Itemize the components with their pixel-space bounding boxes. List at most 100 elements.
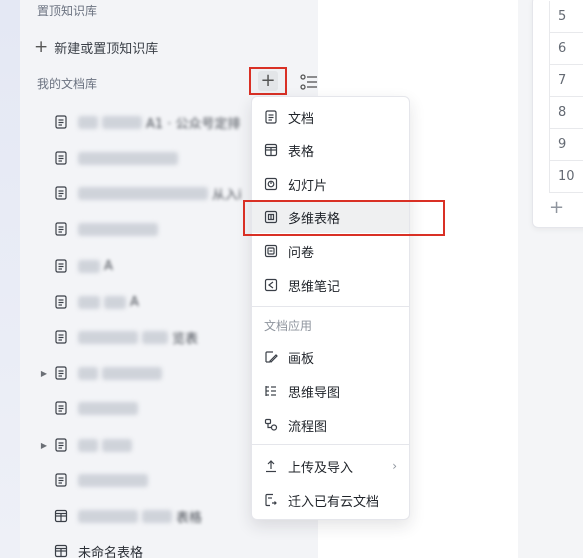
redacted-text [78, 473, 148, 487]
redacted-text [78, 438, 98, 452]
menu-item-form[interactable]: 问卷 [252, 235, 409, 267]
tree-item[interactable]: 览表 [38, 324, 198, 350]
redacted-text [78, 259, 100, 273]
tree-item[interactable]: 未命名表格 [38, 538, 143, 558]
document-icon [54, 544, 68, 558]
document-icon [54, 115, 68, 129]
tree-view-icon[interactable] [300, 74, 318, 90]
document-icon [54, 509, 68, 523]
document-icon [54, 438, 68, 452]
left-edge-strip [0, 0, 20, 558]
sheet-icon [264, 143, 278, 157]
menu-item-whiteboard[interactable]: 画板 [252, 341, 409, 373]
menu-item-bitable[interactable]: 多维表格 [252, 201, 409, 233]
menu-divider [252, 444, 409, 445]
bitable-icon [264, 210, 278, 224]
upload-icon [264, 459, 278, 473]
redacted-text [78, 330, 138, 344]
expand-arrow-icon[interactable]: ▶ [38, 441, 50, 450]
menu-item-label: 思维笔记 [288, 279, 341, 295]
row-number: 8 [549, 97, 583, 129]
pinned-libraries-heading: 置顶知识库 [37, 4, 98, 18]
menu-item-label: 幻灯片 [288, 178, 328, 194]
redacted-text [142, 509, 172, 523]
menu-item-doc[interactable]: 文档 [252, 101, 409, 133]
form-icon [264, 244, 278, 258]
redacted-text [78, 401, 138, 415]
redacted-text [78, 115, 98, 129]
document-icon [54, 295, 68, 309]
document-icon [54, 473, 68, 487]
row-number: 9 [549, 129, 583, 161]
tree-item[interactable]: ▶ [38, 432, 136, 458]
redacted-text [102, 366, 162, 380]
redacted-text [78, 222, 158, 236]
menu-divider [252, 306, 409, 307]
my-library-heading: 我的文档库 [37, 77, 98, 91]
add-new-button[interactable]: + [249, 67, 287, 95]
redacted-text [142, 330, 168, 344]
menu-item-label: 多维表格 [288, 211, 341, 227]
tree-item-label: 表格 [176, 510, 203, 526]
row-number-panel: 5 6 7 8 9 10 + [532, 0, 583, 228]
flowchart-icon [264, 418, 278, 432]
menu-item-label: 画板 [288, 351, 315, 367]
tree-item-label: 未命名表格 [78, 545, 144, 558]
tree-item[interactable]: ▶ [38, 360, 166, 386]
tree-item-label: A [130, 294, 139, 310]
mindnote-icon [264, 278, 278, 292]
chevron-right-icon: › [392, 459, 397, 473]
plus-icon: + [258, 71, 278, 91]
tree-item[interactable] [38, 467, 152, 493]
tree-item[interactable]: A1 · 公众号定排 [38, 109, 241, 135]
tree-item[interactable]: 表格 [38, 503, 202, 529]
row-number: 7 [549, 65, 583, 97]
tree-item-label: A [104, 258, 113, 274]
redacted-text [102, 115, 142, 129]
plus-icon: + [34, 36, 49, 57]
expand-arrow-icon[interactable]: ▶ [38, 369, 50, 378]
row-number: 5 [549, 1, 583, 33]
redacted-text [78, 366, 98, 380]
menu-item-label: 流程图 [288, 419, 328, 435]
menu-item-slides[interactable]: 幻灯片 [252, 168, 409, 200]
tree-item[interactable] [38, 145, 182, 171]
tree-item-label: 从入i [212, 187, 242, 203]
redacted-text [104, 295, 126, 309]
menu-item-label: 表格 [288, 144, 315, 160]
migrate-icon [264, 493, 278, 507]
menu-item-mindmap[interactable]: 思维导图 [252, 375, 409, 407]
new-library-button[interactable]: + 新建或置顶知识库 [34, 36, 158, 58]
document-icon [54, 330, 68, 344]
document-icon [54, 151, 68, 165]
tree-item[interactable] [38, 216, 162, 242]
create-menu: 文档 表格 幻灯片 多维表格 问卷 思维笔记 文档应用 画板 思维导图 流程图 上传及导入 › 迁入已有… [251, 96, 410, 520]
menu-item-label: 思维导图 [288, 385, 341, 401]
document-icon [54, 366, 68, 380]
menu-item-mindnote[interactable]: 思维笔记 [252, 269, 409, 301]
new-library-label: 新建或置顶知识库 [54, 41, 159, 57]
tree-item[interactable]: 从入i [38, 180, 242, 206]
menu-item-label: 迁入已有云文档 [288, 494, 380, 510]
doc-icon [264, 110, 278, 124]
menu-item-sheet[interactable]: 表格 [252, 134, 409, 166]
add-row-icon[interactable]: + [549, 197, 564, 218]
menu-item-label: 文档 [288, 111, 315, 127]
tree-item[interactable]: A [38, 253, 113, 279]
mindmap-icon [264, 384, 278, 398]
document-icon [54, 259, 68, 273]
tree-item[interactable] [38, 395, 142, 421]
menu-item-flowchart[interactable]: 流程图 [252, 409, 409, 441]
menu-item-upload[interactable]: 上传及导入 › [252, 450, 409, 482]
whiteboard-icon [264, 350, 278, 364]
redacted-text [102, 438, 132, 452]
menu-item-label: 上传及导入 [288, 460, 354, 476]
menu-item-migrate[interactable]: 迁入已有云文档 [252, 484, 409, 516]
row-number: 10 [549, 161, 583, 193]
tree-item[interactable]: A [38, 289, 139, 315]
slides-icon [264, 177, 278, 191]
redacted-text [78, 509, 138, 523]
redacted-text [78, 186, 208, 200]
redacted-text [78, 151, 178, 165]
redacted-text [78, 295, 100, 309]
